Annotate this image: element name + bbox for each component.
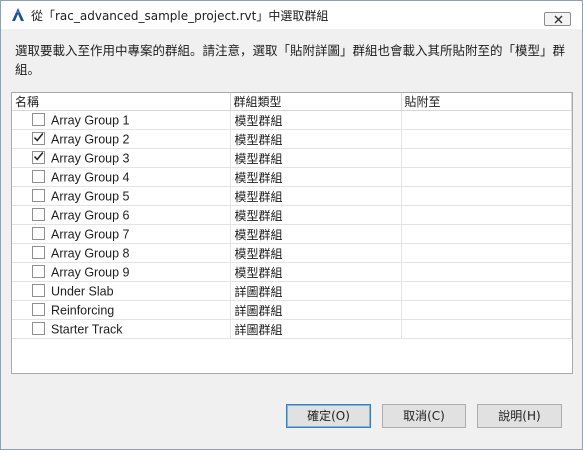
close-button[interactable]: [544, 12, 571, 26]
row-name-cell: Array Group 7: [12, 224, 231, 244]
row-group-type: 詳圖群組: [234, 322, 283, 337]
row-checkbox[interactable]: [32, 245, 45, 259]
row-name-cell: Under Slab: [12, 281, 231, 301]
row-group-type-cell: 模型群組: [230, 167, 402, 187]
row-attached-to-cell: [401, 186, 572, 206]
row-group-type: 模型群組: [234, 189, 283, 204]
row-name-cell: Starter Track: [12, 319, 231, 339]
close-icon: [554, 15, 563, 24]
row-checkbox[interactable]: [32, 188, 45, 202]
group-list-table: 名稱 群組類型 貼附至 Array Group 1 模型群組 Array Group…: [11, 92, 573, 374]
row-group-type-cell: 模型群組: [230, 186, 402, 206]
row-name-cell: Array Group 5: [12, 186, 231, 206]
cancel-button[interactable]: 取消(C): [382, 404, 466, 428]
row-checkbox[interactable]: [32, 112, 45, 126]
table-row[interactable]: Array Group 9 模型群組: [12, 262, 572, 282]
row-attached-to-cell: [401, 129, 572, 149]
row-name-cell: Array Group 6: [12, 205, 231, 225]
row-name: Array Group 7: [51, 227, 130, 242]
row-name: Array Group 2: [51, 132, 130, 147]
row-attached-to-cell: [401, 300, 572, 320]
row-attached-to-cell: [401, 224, 572, 244]
row-group-type: 模型群組: [234, 208, 283, 223]
row-checkbox[interactable]: [32, 264, 45, 278]
row-group-type-cell: 模型群組: [230, 224, 402, 244]
row-attached-to-cell: [401, 281, 572, 301]
table-row[interactable]: Array Group 4 模型群組: [12, 167, 572, 187]
row-group-type-cell: 模型群組: [230, 129, 402, 149]
instruction-text: 選取要載入至作用中專案的群組。請注意，選取「貼附詳圖」群組也會載入其所貼附至的「…: [15, 43, 566, 77]
table-row[interactable]: Reinforcing 詳圖群組: [12, 300, 572, 320]
row-group-type: 詳圖群組: [234, 284, 283, 299]
row-checkbox[interactable]: [32, 150, 45, 164]
row-group-type: 模型群組: [234, 113, 283, 128]
row-checkbox[interactable]: [32, 302, 45, 316]
revit-logo-icon: [10, 7, 26, 23]
table-row[interactable]: Array Group 6 模型群組: [12, 205, 572, 225]
row-name: Array Group 8: [51, 246, 130, 261]
row-attached-to-cell: [401, 243, 572, 263]
row-group-type: 模型群組: [234, 170, 283, 185]
row-attached-to-cell: [401, 110, 572, 130]
row-attached-to-cell: [401, 205, 572, 225]
row-group-type-cell: 模型群組: [230, 205, 402, 225]
row-attached-to-cell: [401, 319, 572, 339]
row-checkbox[interactable]: [32, 321, 45, 335]
ok-button[interactable]: 確定(O): [286, 404, 371, 428]
table-row[interactable]: Array Group 1 模型群組: [12, 110, 572, 130]
row-checkbox[interactable]: [32, 207, 45, 221]
row-name-cell: Array Group 8: [12, 243, 231, 263]
row-name: Array Group 1: [51, 113, 130, 128]
row-name: Array Group 4: [51, 170, 130, 185]
row-group-type: 模型群組: [234, 132, 283, 147]
row-group-type: 詳圖群組: [234, 303, 283, 318]
table-row[interactable]: Array Group 7 模型群組: [12, 224, 572, 244]
row-name-cell: Array Group 4: [12, 167, 231, 187]
row-attached-to-cell: [401, 167, 572, 187]
row-group-type-cell: 模型群組: [230, 148, 402, 168]
row-name: Reinforcing: [51, 303, 115, 318]
row-group-type-cell: 詳圖群組: [230, 319, 402, 339]
row-attached-to-cell: [401, 262, 572, 282]
row-name: Array Group 9: [51, 265, 130, 280]
column-header-attached-to[interactable]: 貼附至: [401, 93, 572, 111]
row-checkbox[interactable]: [32, 283, 45, 297]
row-name-cell: Reinforcing: [12, 300, 231, 320]
row-group-type-cell: 模型群組: [230, 110, 402, 130]
dialog-window: 從「rac_advanced_sample_project.rvt」中選取群組 …: [0, 0, 583, 450]
row-name: Under Slab: [51, 284, 114, 299]
row-name-cell: Array Group 9: [12, 262, 231, 282]
row-name-cell: Array Group 3: [12, 148, 231, 168]
help-button[interactable]: 說明(H): [477, 404, 562, 428]
table-row[interactable]: Array Group 5 模型群組: [12, 186, 572, 206]
row-name-cell: Array Group 1: [12, 110, 231, 130]
table-row[interactable]: Array Group 3 模型群組: [12, 148, 572, 168]
column-header-name[interactable]: 名稱: [12, 93, 231, 111]
table-row[interactable]: Under Slab 詳圖群組: [12, 281, 572, 301]
table-row[interactable]: Starter Track 詳圖群組: [12, 319, 572, 339]
table-row[interactable]: Array Group 8 模型群組: [12, 243, 572, 263]
column-header-group-type[interactable]: 群組類型: [230, 93, 402, 111]
row-checkbox[interactable]: [32, 226, 45, 240]
row-group-type-cell: 模型群組: [230, 262, 402, 282]
row-checkbox[interactable]: [32, 131, 45, 145]
row-name: Array Group 3: [51, 151, 130, 166]
row-group-type-cell: 詳圖群組: [230, 300, 402, 320]
row-group-type-cell: 詳圖群組: [230, 281, 402, 301]
row-group-type: 模型群組: [234, 246, 283, 261]
row-group-type: 模型群組: [234, 265, 283, 280]
title-bar: 從「rac_advanced_sample_project.rvt」中選取群組: [1, 1, 582, 29]
row-name: Array Group 6: [51, 208, 130, 223]
row-name: Starter Track: [51, 322, 123, 337]
row-attached-to-cell: [401, 148, 572, 168]
row-group-type: 模型群組: [234, 151, 283, 166]
table-row[interactable]: Array Group 2 模型群組: [12, 129, 572, 149]
table-header-row: 名稱 群組類型 貼附至: [12, 93, 572, 111]
row-name-cell: Array Group 2: [12, 129, 231, 149]
row-name: Array Group 5: [51, 189, 130, 204]
row-group-type-cell: 模型群組: [230, 243, 402, 263]
row-checkbox[interactable]: [32, 169, 45, 183]
window-title: 從「rac_advanced_sample_project.rvt」中選取群組: [31, 9, 329, 23]
row-group-type: 模型群組: [234, 227, 283, 242]
